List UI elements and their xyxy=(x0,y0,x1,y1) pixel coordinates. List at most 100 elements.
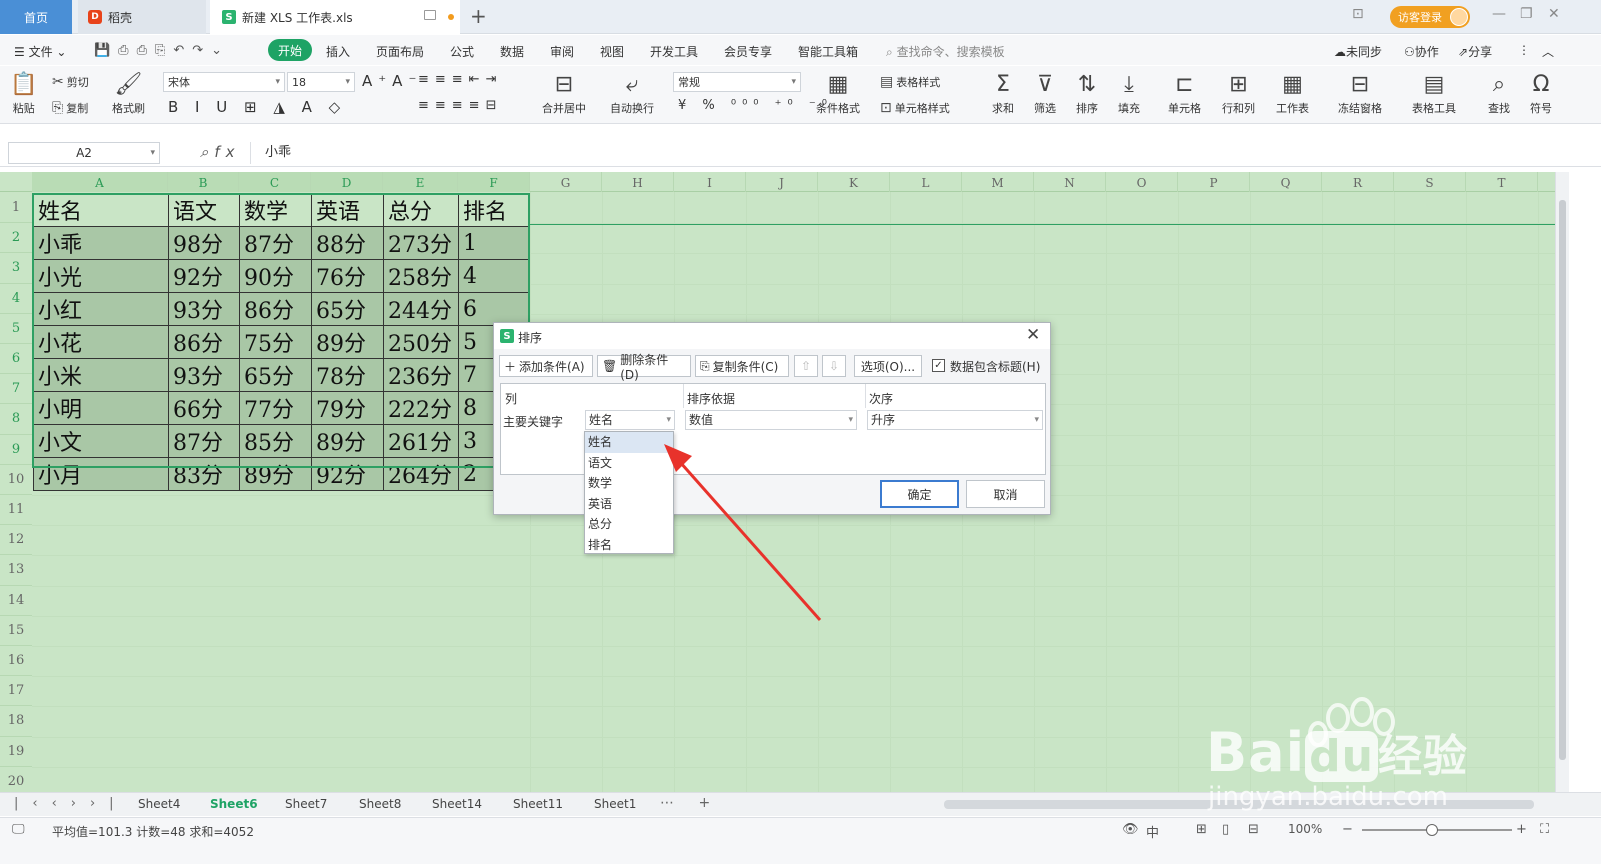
table-cell[interactable]: 87分 xyxy=(168,424,240,458)
table-cell[interactable]: 65分 xyxy=(239,358,312,392)
row-header-16[interactable]: 16 xyxy=(0,646,32,677)
column-header-e[interactable]: E xyxy=(383,172,458,192)
menu-data[interactable]: 数据 xyxy=(500,43,524,60)
row-header-20[interactable]: 20 xyxy=(0,767,32,792)
table-cell[interactable]: 小乖 xyxy=(33,226,169,260)
row-header-12[interactable]: 12 xyxy=(0,525,32,556)
table-cell[interactable]: 78分 xyxy=(311,358,384,392)
dialog-title-bar[interactable]: S 排序 ✕ xyxy=(494,323,1050,349)
table-cell[interactable]: 小米 xyxy=(33,358,169,392)
menu-member[interactable]: 会员专享 xyxy=(724,43,772,60)
table-style-button[interactable]: ▤ 表格样式 xyxy=(880,74,940,90)
column-header-b[interactable]: B xyxy=(168,172,239,192)
table-cell[interactable]: 85分 xyxy=(239,424,312,458)
worksheet-button[interactable]: ▦ 工作表 xyxy=(1276,70,1309,116)
table-cell[interactable]: 小光 xyxy=(33,259,169,293)
table-cell[interactable]: 88分 xyxy=(311,226,384,260)
sheet-tab-sheet7[interactable]: Sheet7 xyxy=(285,797,327,811)
dropdown-option[interactable]: 总分 xyxy=(585,514,673,535)
row-header-2[interactable]: 2 xyxy=(0,223,32,254)
sort-button[interactable]: ⇅ 排序 xyxy=(1076,70,1098,116)
column-header-h[interactable]: H xyxy=(602,172,674,192)
table-cell[interactable]: 76分 xyxy=(311,259,384,293)
font-style-icons[interactable]: B I U ⊞ ◮ A ◇ xyxy=(168,98,346,116)
monitor-icon[interactable] xyxy=(424,10,436,20)
zoom-in-icon[interactable]: + xyxy=(1516,822,1527,837)
menu-insert[interactable]: 插入 xyxy=(326,43,350,60)
column-header-j[interactable]: J xyxy=(746,172,818,192)
collapse-ribbon-icon[interactable]: ︿ xyxy=(1542,43,1554,60)
column-header-t[interactable]: T xyxy=(1466,172,1538,192)
menu-view[interactable]: 视图 xyxy=(600,43,624,60)
menu-page-layout[interactable]: 页面布局 xyxy=(376,43,424,60)
row-header-10[interactable]: 10 xyxy=(0,465,32,495)
align-top-icons[interactable]: ≡≡≡⇤⇥ xyxy=(418,72,502,87)
filter-button[interactable]: ⊽ 筛选 xyxy=(1034,70,1056,116)
options-button[interactable]: 选项(O)... xyxy=(854,355,922,377)
table-cell[interactable]: 90分 xyxy=(239,259,312,293)
row-header-14[interactable]: 14 xyxy=(0,586,32,616)
row-header-4[interactable]: 4 xyxy=(0,284,32,314)
align-horizontal-icons[interactable]: ≡≡≡≡⊟ xyxy=(418,98,502,113)
symbol-button[interactable]: Ω 符号 xyxy=(1530,70,1552,116)
menu-review[interactable]: 审阅 xyxy=(550,43,574,60)
format-painter-button[interactable]: 🖌 格式刷 xyxy=(112,70,145,116)
table-cell[interactable]: 264分 xyxy=(383,457,459,491)
formula-icons[interactable]: ⌕fx xyxy=(200,143,241,161)
fullscreen-icon[interactable]: ⛶ xyxy=(1540,822,1549,837)
row-header-6[interactable]: 6 xyxy=(0,344,32,375)
table-cell[interactable]: 93分 xyxy=(168,358,240,392)
formula-input[interactable]: 小乖 xyxy=(250,142,1590,164)
menu-formula[interactable]: 公式 xyxy=(450,43,474,60)
dropdown-option[interactable]: 数学 xyxy=(585,473,673,494)
normal-view-icon[interactable]: ⊞ xyxy=(1196,822,1207,837)
visitor-login-button[interactable]: 访客登录 xyxy=(1390,6,1470,28)
column-header-i[interactable]: I xyxy=(674,172,746,192)
status-monitor-icon[interactable]: 🖵 xyxy=(12,822,25,837)
table-cell[interactable]: 86分 xyxy=(239,292,312,326)
sheet-tab-sheet11[interactable]: Sheet11 xyxy=(513,797,563,811)
column-header-r[interactable]: R xyxy=(1322,172,1394,192)
copy-button[interactable]: ⎘ 复制 xyxy=(52,100,88,116)
column-header-g[interactable]: G xyxy=(530,172,602,192)
sheet-tab-sheet6[interactable]: Sheet6 xyxy=(210,797,258,811)
table-cell[interactable]: 1 xyxy=(458,226,530,260)
table-cell[interactable]: 93分 xyxy=(168,292,240,326)
sheet-tab-sheet4[interactable]: Sheet4 xyxy=(138,797,180,811)
column-header-l[interactable]: L xyxy=(890,172,962,192)
table-cell[interactable]: 261分 xyxy=(383,424,459,458)
cut-button[interactable]: ✂ 剪切 xyxy=(52,74,89,90)
move-down-button[interactable]: ⇩ xyxy=(822,355,846,377)
zoom-knob[interactable] xyxy=(1426,824,1438,836)
dropdown-option[interactable]: 语文 xyxy=(585,453,673,474)
column-header-f[interactable]: F xyxy=(458,172,530,192)
sheet-tab-sheet8[interactable]: Sheet8 xyxy=(359,797,401,811)
table-cell[interactable]: 数学 xyxy=(239,193,312,227)
data-table[interactable]: 姓名 语文 数学 英语 总分 排名 小乖 98分 87分 88分 273分 1 小光 92分 90分 76分 2… xyxy=(33,193,530,491)
collaborate-button[interactable]: ⚇协作 xyxy=(1404,43,1439,60)
more-sheets-icon[interactable]: ⋯ + xyxy=(660,795,720,811)
font-size-adjust-icons[interactable]: A⁺A⁻ xyxy=(362,72,422,90)
column-header-k[interactable]: K xyxy=(818,172,890,192)
freeze-panes-button[interactable]: ⊟ 冻结窗格 xyxy=(1338,70,1382,116)
find-button[interactable]: ⌕ 查找 xyxy=(1488,70,1510,116)
table-cell[interactable]: 小月 xyxy=(33,457,169,491)
more-icon[interactable]: ⋮ xyxy=(1518,43,1530,57)
table-cell[interactable]: 小明 xyxy=(33,391,169,425)
table-cell[interactable]: 236分 xyxy=(383,358,459,392)
table-cell[interactable]: 排名 xyxy=(458,193,530,227)
row-header-7[interactable]: 7 xyxy=(0,374,32,405)
row-header-1[interactable]: 1 xyxy=(0,193,32,224)
merge-center-button[interactable]: ⊟ 合并居中 xyxy=(542,70,586,116)
sheet-nav-arrows[interactable]: |‹‹››| xyxy=(14,796,128,811)
column-header-a[interactable]: A xyxy=(32,172,168,192)
ok-button[interactable]: 确定 xyxy=(880,480,959,508)
fill-button[interactable]: ⤓ 填充 xyxy=(1118,70,1140,116)
table-cell[interactable]: 75分 xyxy=(239,325,312,359)
layout-icon[interactable]: ⊡ xyxy=(1352,6,1364,22)
row-header-19[interactable]: 19 xyxy=(0,737,32,767)
column-header-n[interactable]: N xyxy=(1034,172,1106,192)
table-cell[interactable]: 92分 xyxy=(168,259,240,293)
font-name-select[interactable]: 宋体 xyxy=(163,72,285,92)
cells-button[interactable]: ⊏ 单元格 xyxy=(1168,70,1201,116)
